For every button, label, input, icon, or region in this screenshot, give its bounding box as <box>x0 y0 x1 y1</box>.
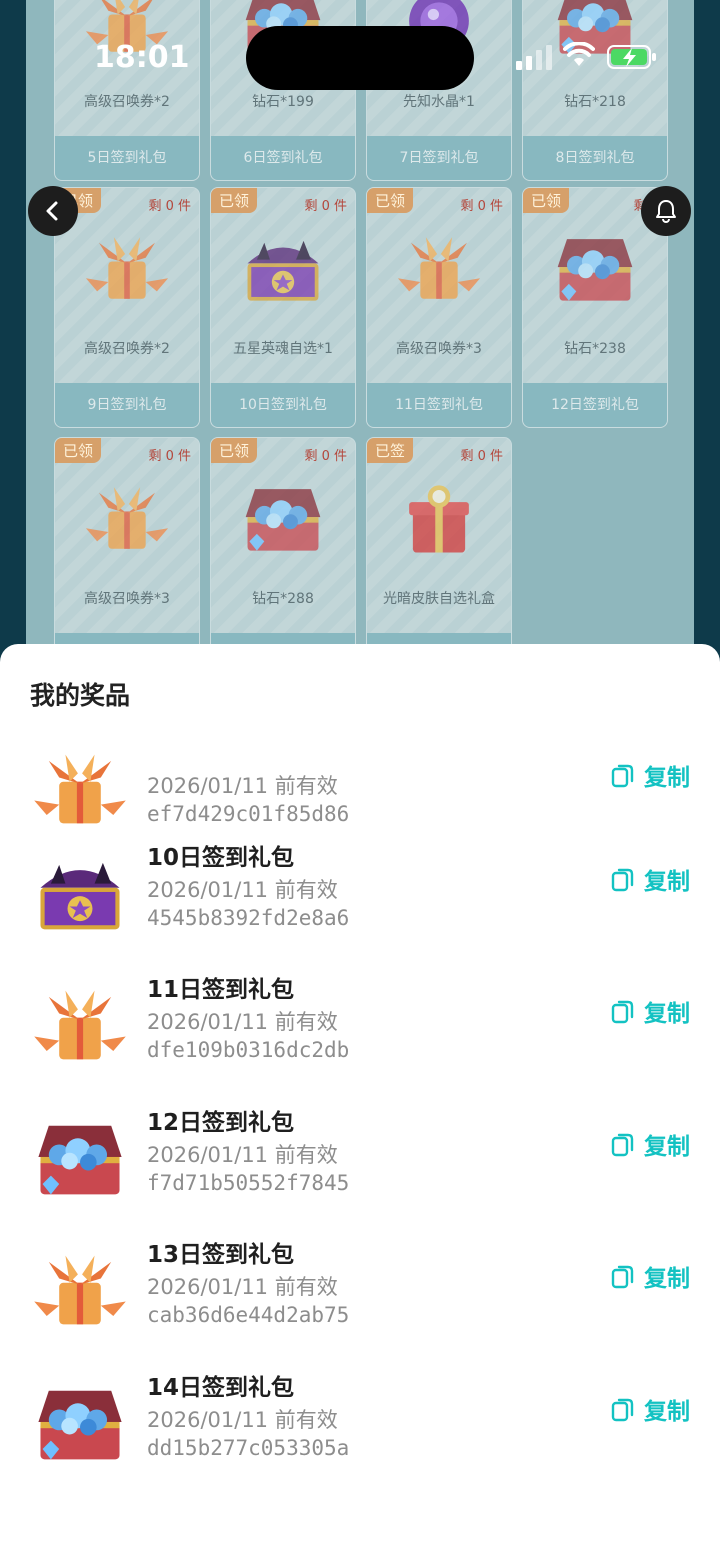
diamond-image <box>28 1376 132 1470</box>
item-title: 12日签到礼包 <box>147 1110 295 1136</box>
reward-card[interactable]: 已领 剩 0 件钻石*288 <box>210 437 356 678</box>
back-button[interactable] <box>28 186 78 236</box>
tickets-image <box>392 226 486 310</box>
status-time: 18:01 <box>94 40 190 75</box>
prize-name: 光暗皮肤自选礼盒 <box>383 591 495 607</box>
prize-list-item: 11日签到礼包 2026/01/11 前有效 dfe109b0316dc2db 复制 <box>0 964 720 1092</box>
claimed-tag: 已领 <box>523 188 570 213</box>
item-expiry: 2026/01/11 前有效 <box>147 878 338 902</box>
prize-name: 钻石*238 <box>564 341 626 357</box>
stock-left: 剩 0 件 <box>304 449 347 464</box>
notification-button[interactable] <box>641 186 691 236</box>
card-footer: 12日签到礼包 <box>523 383 667 427</box>
stock-left: 剩 0 件 <box>148 199 191 214</box>
copy-label: 复制 <box>644 1134 690 1160</box>
copy-icon <box>611 1265 634 1289</box>
item-expiry: 2026/01/11 前有效 <box>147 1143 338 1167</box>
copy-button[interactable]: 复制 <box>610 1392 690 1426</box>
card-footer: 9日签到礼包 <box>55 383 199 427</box>
dynamic-island <box>246 26 474 90</box>
copy-button[interactable]: 复制 <box>610 1127 690 1161</box>
copy-icon <box>611 1133 634 1157</box>
card-footer: 7日签到礼包 <box>367 136 511 180</box>
chest-image <box>236 226 330 310</box>
copy-icon <box>611 764 634 788</box>
reward-card[interactable]: 已领 剩 0 件五星英魂自选*1 10日签到礼包 <box>210 187 356 428</box>
stock-left: 剩 0 件 <box>304 199 347 214</box>
claimed-tag: 已领 <box>211 188 258 213</box>
tickets-image <box>80 476 174 560</box>
copy-label: 复制 <box>644 1001 690 1027</box>
item-code: ef7d429c01f85d86 <box>147 802 350 826</box>
item-code: dd15b277c053305a <box>147 1436 350 1460</box>
prize-list[interactable]: 2026/01/11 前有效 ef7d429c01f85d86 复制 10日签到礼包 2… <box>0 736 720 1556</box>
my-prizes-sheet: 我的奖品 2026/01/11 前有效 ef7d429c01f85d86 复制 10日… <box>0 644 720 1565</box>
copy-button[interactable]: 复制 <box>610 1259 690 1293</box>
item-title: 11日签到礼包 <box>147 977 295 1003</box>
giftbox-image <box>392 476 486 560</box>
diamond-image <box>28 1111 132 1205</box>
stock-left: 剩 0 件 <box>148 449 191 464</box>
bell-icon <box>656 200 676 223</box>
wifi-icon <box>563 42 595 66</box>
prize-name: 高级召唤券*3 <box>84 591 170 607</box>
claimed-tag: 已领 <box>211 438 258 463</box>
prize-name: 高级召唤券*2 <box>84 341 170 357</box>
card-footer: 5日签到礼包 <box>55 136 199 180</box>
copy-label: 复制 <box>644 1399 690 1425</box>
sheet-title: 我的奖品 <box>30 681 131 710</box>
reward-card[interactable]: 已领 剩 0 件高级召唤券*3 <box>54 437 200 678</box>
item-expiry: 2026/01/11 前有效 <box>147 1275 338 1299</box>
copy-icon <box>611 1398 634 1422</box>
claimed-tag: 已领 <box>55 438 102 463</box>
prize-name: 高级召唤券*3 <box>396 341 482 357</box>
reward-card[interactable]: 已签 剩 0 件光暗皮肤自选礼盒 <box>366 437 512 678</box>
battery-charging-icon <box>607 45 656 69</box>
tickets-image <box>28 978 132 1072</box>
signal-icon <box>516 45 552 70</box>
diamond-image <box>548 226 642 310</box>
item-title: 14日签到礼包 <box>147 1375 295 1401</box>
copy-icon <box>611 868 634 892</box>
item-title: 10日签到礼包 <box>147 845 295 871</box>
copy-label: 复制 <box>644 1266 690 1292</box>
copy-label: 复制 <box>644 869 690 895</box>
stock-left: 剩 0 件 <box>460 199 503 214</box>
item-expiry: 2026/01/11 前有效 <box>147 774 338 798</box>
stock-left: 剩 0 件 <box>460 449 503 464</box>
reward-card[interactable]: 已领剩 0 件高级召唤券*2 9日签到礼包 <box>54 187 200 428</box>
item-title: 13日签到礼包 <box>147 1242 295 1268</box>
claimed-tag: 已签 <box>367 438 414 463</box>
copy-button[interactable]: 复制 <box>610 758 690 792</box>
status-bar: 18:01 <box>0 0 720 110</box>
copy-label: 复制 <box>644 765 690 791</box>
item-code: 4545b8392fd2e8a6 <box>147 906 350 930</box>
diamond-image <box>236 476 330 560</box>
item-code: cab36d6e44d2ab75 <box>147 1303 350 1327</box>
prize-name: 钻石*288 <box>252 591 314 607</box>
copy-button[interactable]: 复制 <box>610 862 690 896</box>
chest-image <box>28 846 132 940</box>
reward-card[interactable]: 已领 剩 0 件高级召唤券*3 11日签到礼包 <box>366 187 512 428</box>
card-footer: 6日签到礼包 <box>211 136 355 180</box>
card-footer: 10日签到礼包 <box>211 383 355 427</box>
item-code: f7d71b50552f7845 <box>147 1171 350 1195</box>
prize-list-item: 12日签到礼包 2026/01/11 前有效 f7d71b50552f7845 复制 <box>0 1097 720 1225</box>
tickets-image <box>28 1243 132 1337</box>
prize-list-item: 10日签到礼包 2026/01/11 前有效 4545b8392fd2e8a6 复制 <box>0 832 720 960</box>
prize-list-item: 13日签到礼包 2026/01/11 前有效 cab36d6e44d2ab75 复制 <box>0 1229 720 1357</box>
claimed-tag: 已领 <box>367 188 414 213</box>
card-footer: 11日签到礼包 <box>367 383 511 427</box>
copy-icon <box>611 1000 634 1024</box>
prize-name: 五星英魂自选*1 <box>233 341 333 357</box>
item-expiry: 2026/01/11 前有效 <box>147 1010 338 1034</box>
prize-list-item: 14日签到礼包 2026/01/11 前有效 dd15b277c053305a 复制 <box>0 1362 720 1490</box>
chevron-left-icon <box>46 201 58 221</box>
card-footer: 8日签到礼包 <box>523 136 667 180</box>
item-expiry: 2026/01/11 前有效 <box>147 1408 338 1432</box>
copy-button[interactable]: 复制 <box>610 994 690 1028</box>
item-code: dfe109b0316dc2db <box>147 1038 350 1062</box>
tickets-image <box>80 226 174 310</box>
tickets-image <box>28 742 132 836</box>
